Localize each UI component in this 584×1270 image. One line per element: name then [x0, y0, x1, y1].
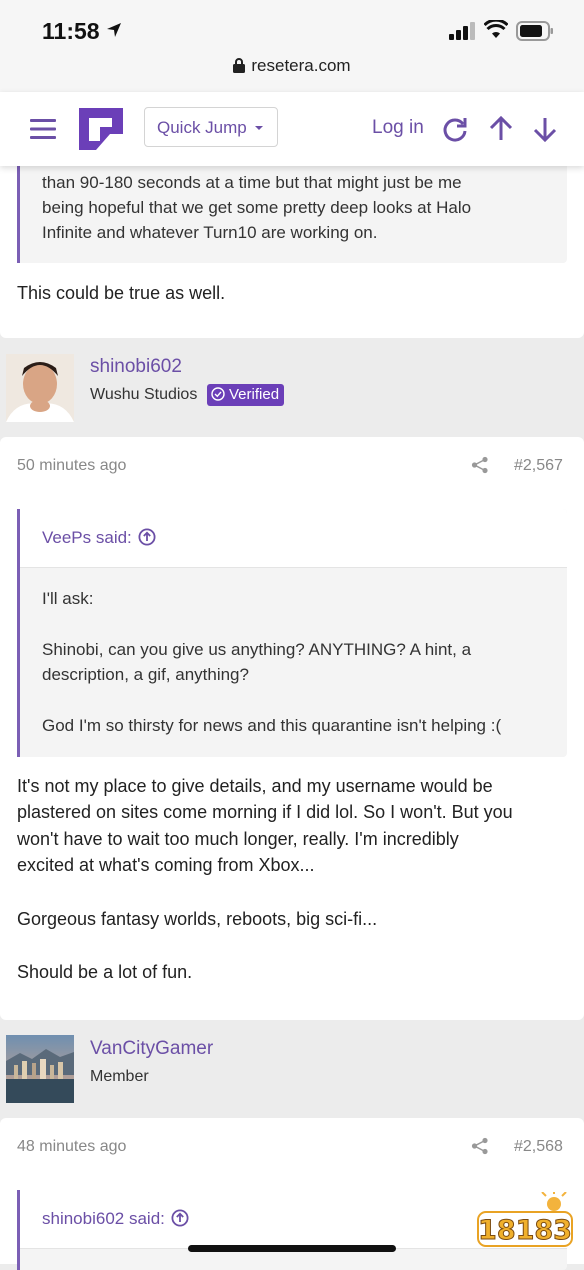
arrow-circle-up-icon[interactable] — [171, 1209, 189, 1227]
arrow-up-icon[interactable] — [488, 116, 514, 142]
quote-author-name: shinobi602 said: — [42, 1209, 165, 1228]
quote-line: God I'm so thirsty for news and this qua… — [42, 716, 502, 735]
post-body-line: It's not my place to give details, and m… — [17, 776, 493, 796]
chevron-down-icon — [255, 126, 263, 130]
cellular-signal-icon — [449, 22, 475, 40]
quote-line: Infinite and whatever Turn10 are working… — [42, 223, 378, 242]
share-icon[interactable] — [471, 456, 489, 474]
post-timestamp[interactable]: 48 minutes ago — [17, 1138, 126, 1156]
login-link[interactable]: Log in — [372, 117, 424, 139]
quick-jump-dropdown[interactable]: Quick Jump — [144, 107, 278, 147]
resetera-logo[interactable] — [79, 108, 123, 150]
home-indicator[interactable] — [188, 1245, 396, 1252]
refresh-icon[interactable] — [442, 116, 468, 142]
quote-line: than 90-180 seconds at a time but that m… — [42, 173, 462, 192]
site-header: Quick Jump Log in — [0, 92, 584, 166]
post-body-line: excited at what's coming from Xbox... — [17, 855, 315, 875]
post-card: than 90-180 seconds at a time but that m… — [0, 140, 584, 338]
url-text: resetera.com — [251, 56, 351, 75]
wifi-icon — [484, 20, 508, 38]
status-time: 11:58 — [42, 18, 100, 44]
check-circle-icon — [211, 387, 225, 401]
post-body-line: plastered on sites come morning if I did… — [17, 802, 513, 822]
post-username[interactable]: VanCityGamer — [90, 1038, 213, 1060]
arrow-down-icon[interactable] — [532, 116, 558, 142]
post-body-line: Gorgeous fantasy worlds, reboots, big sc… — [17, 909, 378, 929]
lock-icon — [233, 58, 246, 73]
quote-author-link[interactable]: shinobi602 said: — [42, 1209, 189, 1229]
user-avatar[interactable] — [6, 354, 74, 422]
post-number-link[interactable]: #2,568 — [514, 1138, 563, 1156]
quote-line: being hopeful that we get some pretty de… — [42, 198, 472, 217]
verified-badge: Verified — [207, 384, 285, 406]
hamburger-menu-icon[interactable] — [30, 119, 56, 139]
user-title: Wushu Studios — [90, 386, 198, 403]
post-number-link[interactable]: #2,567 — [514, 457, 563, 475]
watermark-text: 18183 — [478, 1215, 572, 1246]
user-avatar[interactable] — [6, 1035, 74, 1103]
quote-line: Shinobi, can you give us anything? ANYTH… — [42, 640, 472, 659]
watermark-logo: 18183 — [476, 1188, 576, 1257]
quote-author-name: VeePs said: — [42, 528, 132, 547]
quote-block: VeePs said: I'll ask: Shinobi, can you g… — [17, 509, 567, 757]
post-body-line: won't have to wait too much longer, real… — [17, 829, 459, 849]
user-title: Member — [90, 1068, 149, 1085]
status-bar: 11:58 resetera.com — [0, 0, 584, 92]
quote-author-link[interactable]: VeePs said: — [42, 528, 156, 548]
post-body: This could be true as well. — [17, 283, 226, 303]
quote-line: I'll ask: — [42, 589, 94, 608]
location-arrow-icon — [107, 23, 121, 37]
arrow-circle-up-icon[interactable] — [138, 528, 156, 546]
post-body-line: Should be a lot of fun. — [17, 962, 193, 982]
post-timestamp[interactable]: 50 minutes ago — [17, 457, 126, 475]
address-bar[interactable]: resetera.com — [0, 56, 584, 76]
battery-icon — [516, 21, 553, 41]
quote-header: VeePs said: — [20, 509, 567, 568]
share-icon[interactable] — [471, 1137, 489, 1155]
post-card: 50 minutes ago #2,567 VeePs said: I'll a… — [0, 437, 584, 1020]
post-username[interactable]: shinobi602 — [90, 356, 182, 378]
quote-line: description, a gif, anything? — [42, 665, 249, 684]
quick-jump-label: Quick Jump — [157, 118, 247, 137]
verified-label: Verified — [229, 386, 280, 403]
